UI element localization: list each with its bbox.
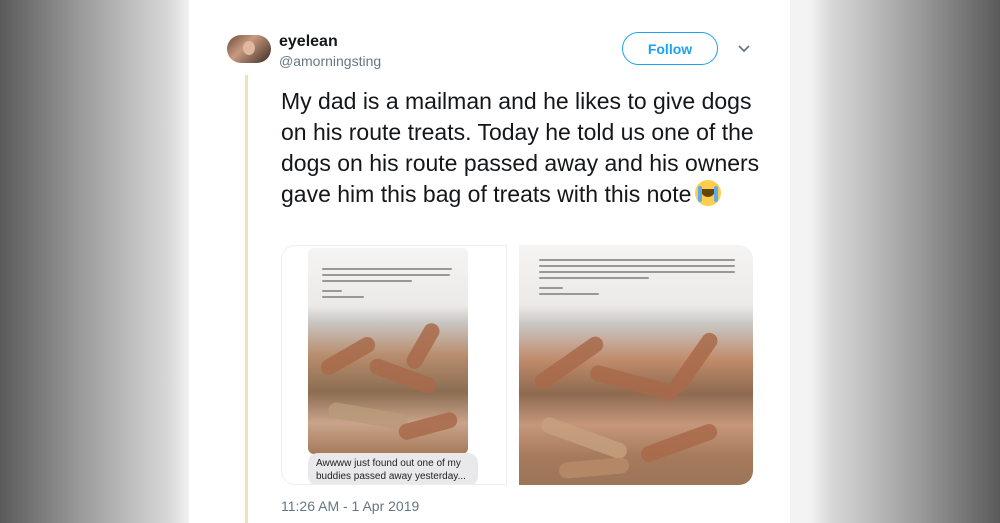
avatar[interactable] [227, 35, 271, 63]
tweet-body: My dad is a mailman and he likes to give… [281, 88, 760, 207]
tweet-text: My dad is a mailman and he likes to give… [281, 86, 771, 210]
tweet-media[interactable]: Awwww just found out one of my buddies p… [281, 245, 753, 485]
crying-face-emoji-icon [695, 180, 722, 206]
user-handle[interactable]: @amorningsting [279, 53, 381, 69]
user-name[interactable]: eyelean [279, 33, 338, 51]
media-photo-treats[interactable] [519, 245, 753, 485]
tweet-card: eyelean @amorningsting Follow My dad is … [189, 0, 790, 523]
chevron-down-icon[interactable] [735, 40, 753, 58]
follow-button[interactable]: Follow [622, 32, 718, 65]
tweet-timestamp[interactable]: 11:26 AM - 1 Apr 2019 [281, 498, 419, 514]
thread-line [245, 75, 248, 523]
treat-bag-photo [308, 248, 468, 454]
media-photo-screenshot[interactable]: Awwww just found out one of my buddies p… [281, 245, 507, 485]
message-bubble: Awwww just found out one of my buddies p… [308, 453, 478, 484]
